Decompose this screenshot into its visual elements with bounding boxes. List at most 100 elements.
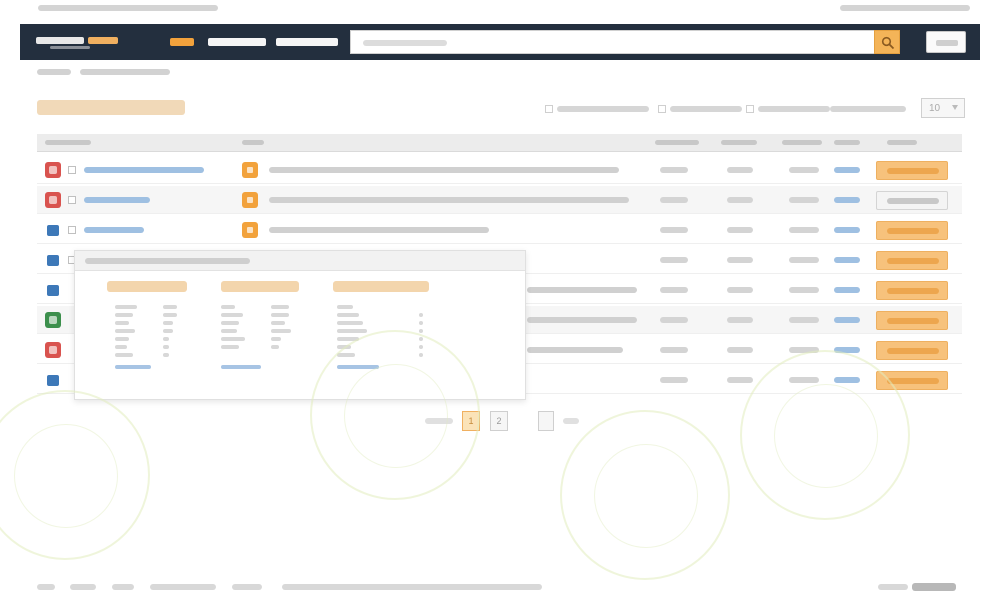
table-row <box>37 216 962 244</box>
preview-link[interactable] <box>834 227 860 233</box>
hit-title[interactable] <box>527 287 637 293</box>
requester-icon <box>47 255 59 266</box>
search-placeholder <box>363 40 447 46</box>
footer-link[interactable] <box>70 584 96 590</box>
reward <box>727 287 753 293</box>
reward <box>727 377 753 383</box>
preview-link[interactable] <box>834 167 860 173</box>
popup-column-3 <box>333 281 429 292</box>
col-action <box>887 140 917 145</box>
footer-brand <box>878 583 958 591</box>
hits-count <box>660 377 688 383</box>
expand-toggle[interactable] <box>68 196 76 204</box>
search-button[interactable] <box>874 30 900 54</box>
hits-count <box>660 347 688 353</box>
watermark-ring <box>0 390 150 560</box>
footer-link[interactable] <box>37 584 55 590</box>
pagination-page-2[interactable]: 2 <box>490 411 508 431</box>
pagination-next-button[interactable] <box>538 411 554 431</box>
col-requester[interactable] <box>45 140 91 145</box>
account-links[interactable] <box>840 5 970 11</box>
requester-link[interactable] <box>84 167 204 173</box>
preview-link[interactable] <box>834 197 860 203</box>
breadcrumb-item-2[interactable] <box>80 69 170 75</box>
filter-2[interactable] <box>658 104 742 114</box>
footer-link[interactable] <box>232 584 262 590</box>
reward <box>727 167 753 173</box>
hits-count <box>660 317 688 323</box>
requester-icon <box>45 312 61 328</box>
col-reward[interactable] <box>721 140 757 145</box>
hits-count <box>660 257 688 263</box>
table-header <box>37 134 962 152</box>
requester-icon <box>45 192 61 208</box>
hit-group-icon <box>242 222 258 238</box>
search-input[interactable] <box>350 30 900 54</box>
time-allotted <box>789 257 819 263</box>
expand-toggle[interactable] <box>68 166 76 174</box>
nav-dashboard[interactable] <box>208 36 266 48</box>
time-allotted <box>789 227 819 233</box>
accept-work-button[interactable] <box>876 341 948 360</box>
filter-3-checkbox[interactable] <box>746 105 754 113</box>
filter-3[interactable] <box>746 104 830 114</box>
hits-count <box>660 227 688 233</box>
hit-title[interactable] <box>527 317 637 323</box>
popup-link-2[interactable] <box>221 365 261 369</box>
hits-count <box>660 197 688 203</box>
reward <box>727 257 753 263</box>
watermark-ring <box>560 410 730 580</box>
popup-link-1[interactable] <box>115 365 151 369</box>
hit-title[interactable] <box>269 197 629 203</box>
chevron-down-icon <box>952 105 958 110</box>
requester-icon <box>47 285 59 296</box>
reward <box>727 317 753 323</box>
hit-title[interactable] <box>269 167 619 173</box>
table-row <box>37 156 962 184</box>
nav-hits[interactable] <box>170 36 194 48</box>
per-page-label <box>830 104 906 114</box>
col-preview <box>834 140 860 145</box>
requester-icon <box>45 342 61 358</box>
main-header <box>20 24 980 60</box>
col-time[interactable] <box>782 140 822 145</box>
requester-link[interactable] <box>84 197 150 203</box>
requester-link[interactable] <box>84 227 144 233</box>
accept-work-button[interactable] <box>876 191 948 210</box>
requester-icon <box>47 225 59 236</box>
table-row <box>37 186 962 214</box>
footer-link[interactable] <box>150 584 216 590</box>
nav-qualifications[interactable] <box>276 36 338 48</box>
accept-work-button[interactable] <box>876 221 948 240</box>
hit-group-icon <box>242 192 258 208</box>
reward <box>727 227 753 233</box>
breadcrumb-item-1[interactable] <box>37 69 71 75</box>
accept-work-button[interactable] <box>876 311 948 330</box>
accept-work-button[interactable] <box>876 281 948 300</box>
filter-2-checkbox[interactable] <box>658 105 666 113</box>
filter-1-checkbox[interactable] <box>545 105 553 113</box>
accept-work-button[interactable] <box>876 251 948 270</box>
preview-link[interactable] <box>834 317 860 323</box>
col-hits[interactable] <box>655 140 699 145</box>
hit-group-icon <box>242 162 258 178</box>
requester-icon <box>45 162 61 178</box>
header-right-button[interactable] <box>926 31 966 53</box>
hits-count <box>660 287 688 293</box>
hit-title[interactable] <box>527 347 623 353</box>
pagination-next[interactable] <box>563 418 579 424</box>
per-page-select[interactable]: 10 <box>921 98 965 118</box>
popup-column-2 <box>221 281 299 292</box>
footer-link[interactable] <box>112 584 134 590</box>
preview-link[interactable] <box>834 287 860 293</box>
accept-work-button[interactable] <box>876 161 948 180</box>
preview-link[interactable] <box>834 257 860 263</box>
expand-toggle[interactable] <box>68 226 76 234</box>
filter-1[interactable] <box>545 104 649 114</box>
time-allotted <box>789 287 819 293</box>
logo[interactable] <box>36 35 122 49</box>
col-title[interactable] <box>242 140 264 145</box>
top-utility-bar <box>0 0 1000 22</box>
hit-title[interactable] <box>269 227 489 233</box>
watermark-ring <box>740 350 910 520</box>
